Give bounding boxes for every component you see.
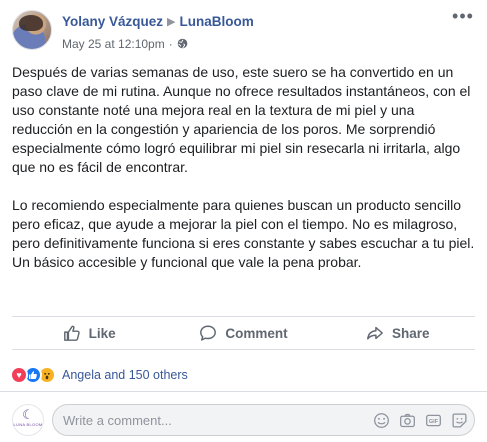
more-options-icon[interactable]: ••• [451, 7, 475, 30]
post-paragraph: Después de varias semanas de uso, este s… [12, 64, 471, 175]
arrow-right-icon: ▶ [167, 16, 176, 28]
post-title: Yolany Vázquez ▶ LunaBloom [62, 14, 254, 29]
post-header: Yolany Vázquez ▶ LunaBloom May 25 at 12:10… [12, 7, 475, 54]
post-body: Después de varias semanas de uso, este s… [12, 63, 475, 291]
comment-box[interactable]: GIF [52, 404, 475, 436]
post-paragraph: Lo recomiendo especialmente para quienes… [12, 197, 475, 270]
post-timestamp[interactable]: May 25 at 12:10pm [62, 37, 165, 51]
comment-bubble-icon [200, 325, 217, 341]
page-name-link[interactable]: LunaBloom [180, 14, 254, 29]
moon-logo-icon: ☾ [22, 407, 34, 422]
love-reaction-icon: ♥ [10, 366, 28, 384]
share-button[interactable]: Share [321, 317, 475, 349]
author-avatar[interactable] [12, 10, 52, 50]
action-bar: Like Comment Share [12, 316, 475, 350]
reaction-count-link[interactable]: Angela and 150 others [62, 368, 188, 382]
meta-separator: · [168, 37, 173, 51]
like-label: Like [88, 325, 116, 341]
author-name-link[interactable]: Yolany Vázquez [62, 14, 163, 29]
thumbs-up-icon [63, 325, 80, 341]
page-avatar-text: LUNA BLOOM [13, 422, 43, 427]
post-meta: May 25 at 12:10pm · [62, 37, 188, 51]
comment-input[interactable] [63, 411, 273, 429]
camera-icon[interactable] [398, 411, 416, 429]
sticker-icon[interactable] [450, 411, 468, 429]
comment-composer: ☾ LUNA BLOOM GIF [12, 402, 475, 436]
svg-text:GIF: GIF [428, 419, 438, 425]
share-label: Share [392, 325, 430, 341]
share-arrow-icon [367, 326, 383, 340]
section-divider [0, 391, 487, 392]
comment-tools: GIF [372, 411, 468, 429]
page-avatar[interactable]: ☾ LUNA BLOOM [12, 404, 44, 436]
gif-icon[interactable]: GIF [424, 411, 442, 429]
like-button[interactable]: Like [12, 317, 166, 349]
globe-icon [177, 38, 188, 49]
emoji-icon[interactable] [372, 411, 390, 429]
reactions-summary[interactable]: ♥ Angela and 150 others [10, 365, 188, 385]
comment-label: Comment [225, 325, 288, 341]
comment-button[interactable]: Comment [166, 317, 320, 349]
